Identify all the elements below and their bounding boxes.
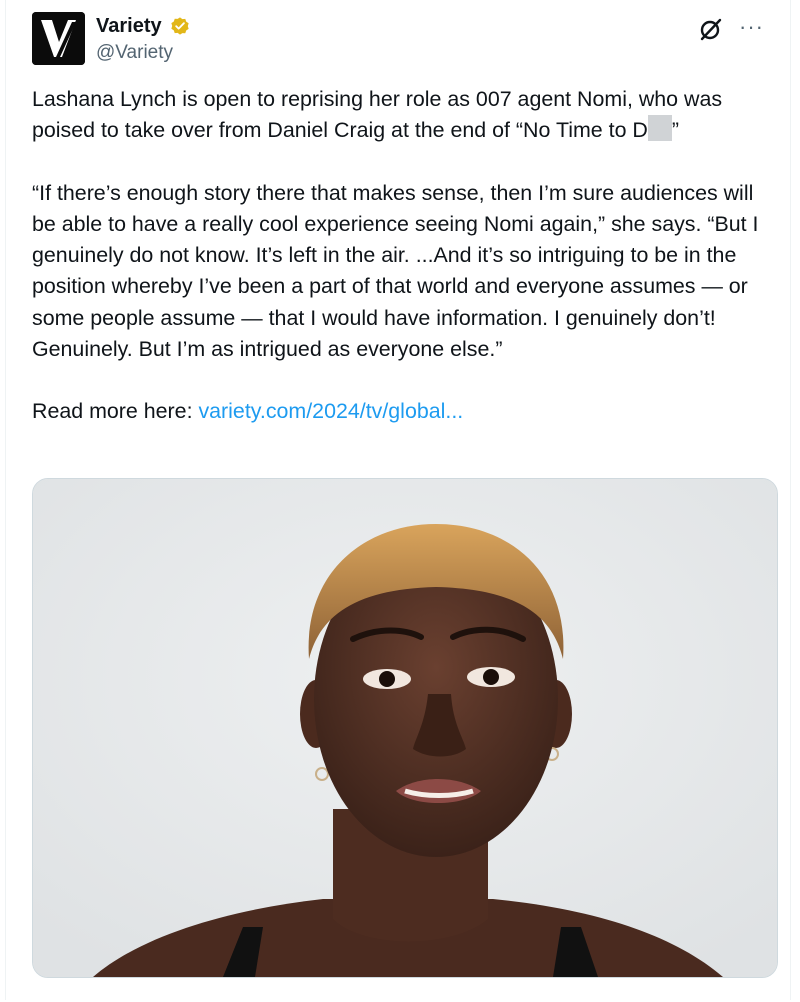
author-handle[interactable]: @Variety	[96, 41, 190, 65]
read-more-label: Read more here:	[32, 399, 199, 424]
tweet-text-1b: ”	[671, 118, 679, 143]
tweet-paragraph-2: “If there’s enough story there that make…	[32, 180, 765, 362]
display-name[interactable]: Variety	[96, 14, 162, 38]
tweet-header: Variety @Variety ···	[32, 12, 764, 68]
verified-badge-icon[interactable]	[170, 16, 190, 36]
avatar[interactable]	[32, 12, 85, 65]
tweet-body: Lashana Lynch is open to reprising her r…	[32, 84, 780, 428]
grok-icon[interactable]	[698, 16, 724, 42]
variety-logo-icon	[32, 12, 85, 65]
portrait-photo	[33, 479, 777, 977]
article-link[interactable]: variety.com/2024/tv/global...	[198, 399, 463, 423]
tweet-paragraph-1: Lashana Lynch is open to reprising her r…	[32, 84, 780, 147]
tweet-paragraph-3: Read more here: variety.com/2024/tv/glob…	[32, 396, 780, 427]
tweet-media-photo[interactable]	[32, 478, 778, 978]
author-block: Variety @Variety	[96, 14, 190, 65]
more-options-icon[interactable]: ···	[739, 14, 764, 40]
tweet-card: Variety @Variety ··· Lashana Lynch is op…	[5, 0, 791, 1000]
redaction-box	[647, 115, 672, 142]
tweet-text-1a: Lashana Lynch is open to reprising her r…	[32, 87, 729, 143]
